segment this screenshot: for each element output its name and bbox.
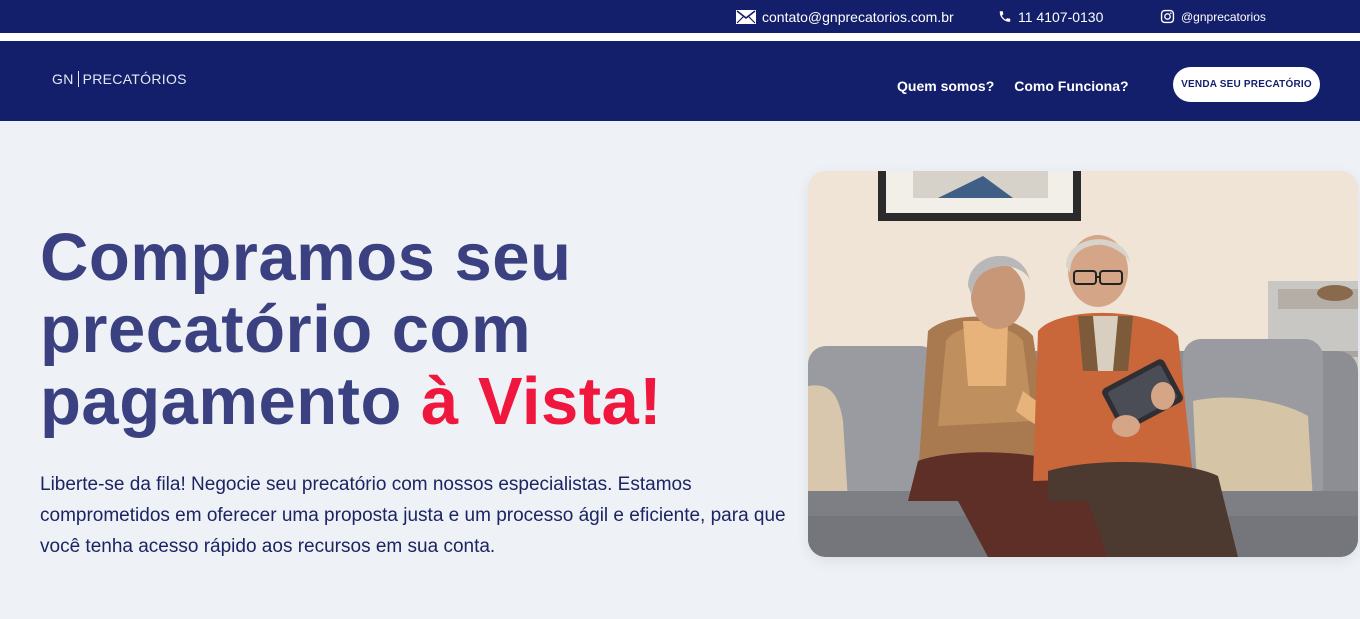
- nav-links: Quem somos? Como Funciona?: [897, 78, 1129, 94]
- contact-phone-text: 11 4107-0130: [1018, 8, 1104, 25]
- header-divider: [0, 33, 1360, 41]
- instagram-icon: [1160, 9, 1175, 24]
- hero-title-line1: Compramos seu: [40, 220, 572, 295]
- sell-precatorio-button[interactable]: VENDA SEU PRECATÓRIO: [1173, 67, 1320, 102]
- main-navbar: GN PRECATÓRIOS Quem somos? Como Funciona…: [0, 41, 1360, 121]
- site-logo[interactable]: GN PRECATÓRIOS: [52, 71, 187, 87]
- hero-title: Compramos seu precatório com pagamento à…: [40, 222, 780, 438]
- logo-divider: [77, 71, 79, 87]
- hero-title-line3: pagamento: [40, 364, 421, 439]
- contact-email-text: contato@gnprecatorios.com.br: [762, 8, 954, 25]
- contact-instagram-text: @gnprecatorios: [1181, 9, 1266, 24]
- envelope-icon: [736, 9, 756, 24]
- nav-link-quem-somos[interactable]: Quem somos?: [897, 78, 994, 94]
- logo-precatorios: PRECATÓRIOS: [82, 71, 187, 87]
- contact-phone[interactable]: 11 4107-0130: [998, 0, 1103, 33]
- logo-gn: GN: [52, 71, 74, 87]
- hero-description: Liberte-se da fila! Negocie seu precatór…: [40, 474, 786, 557]
- hero-title-accent: à Vista!: [421, 364, 663, 439]
- phone-icon: [998, 9, 1012, 24]
- contact-email[interactable]: contato@gnprecatorios.com.br: [736, 0, 954, 33]
- hero-title-line2: precatório com: [40, 292, 532, 367]
- nav-link-como-funciona[interactable]: Como Funciona?: [1014, 78, 1128, 94]
- top-contact-bar: contato@gnprecatorios.com.br 11 4107-013…: [0, 0, 1360, 33]
- contact-instagram[interactable]: @gnprecatorios: [1160, 0, 1266, 33]
- hero-photo-elderly-couple: [808, 171, 1358, 557]
